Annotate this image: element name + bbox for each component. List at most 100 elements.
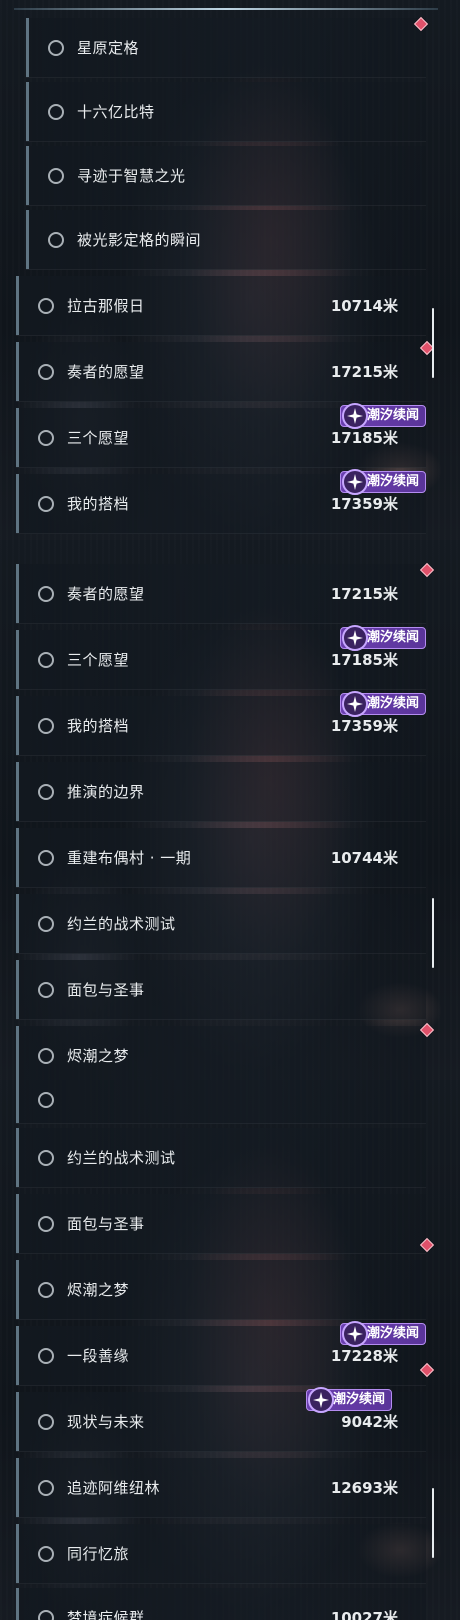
quest-title: 被光影定格的瞬间 [77,231,202,249]
quest-item[interactable]: 星原定格 [26,18,426,78]
quest-title: 寻迹于智慧之光 [77,167,186,185]
quest-item[interactable]: 面包与圣事 [16,960,426,1020]
quest-title: 推演的边界 [67,783,145,801]
radio-icon [38,1480,54,1496]
tide-tales-badge: 潮汐续闻 [305,1387,392,1413]
radio-icon [38,496,54,512]
tide-star-icon [341,403,368,429]
tide-tales-badge: 潮汐续闻 [339,1321,426,1347]
quest-title: 重建布偶村 · 一期 [67,849,192,867]
quest-title: 同行忆旅 [67,1545,130,1563]
tide-tales-badge: 潮汐续闻 [339,691,426,717]
radio-icon [38,1414,54,1430]
scrollbar-thumb[interactable] [432,898,434,968]
quest-title: 面包与圣事 [67,1215,145,1233]
quest-item[interactable]: 重建布偶村 · 一期 10744米 [16,828,426,888]
quest-item[interactable]: 烬潮之梦 [16,1260,426,1320]
quest-title: 面包与圣事 [67,981,145,999]
tide-star-icon [341,1321,368,1347]
quest-item[interactable] [16,1080,426,1124]
quest-item[interactable]: 寻迹于智慧之光 [26,146,426,206]
quest-item[interactable]: 梦境症候群 10027米 [16,1588,426,1620]
quest-title: 梦境症候群 [67,1609,145,1620]
quest-distance: 17215米 [330,585,398,603]
quest-item[interactable]: 我的搭档 17359米 潮汐续闻 [16,691,426,756]
quest-distance: 17228米 [330,1347,398,1365]
badge-label: 潮汐续闻 [366,1326,419,1341]
quest-item[interactable]: 一段善缘 17228米 潮汐续闻 [16,1321,426,1386]
radio-icon [38,298,54,314]
quest-title: 追迹阿维纽林 [67,1479,161,1497]
quest-item[interactable]: 奏者的愿望 17215米 [16,564,426,624]
quest-title: 三个愿望 [67,651,130,669]
radio-icon [38,850,54,866]
quest-item[interactable]: 面包与圣事 [16,1194,426,1254]
quest-title: 三个愿望 [67,429,130,447]
tide-star-icon [341,691,368,717]
radio-icon [38,982,54,998]
radio-icon [38,784,54,800]
radio-icon [38,1048,54,1064]
quest-item[interactable]: 同行忆旅 [16,1524,426,1584]
tide-star-icon [341,625,368,651]
quest-item[interactable]: 拉古那假日 10714米 [16,276,426,336]
panel-top-divider [14,8,438,10]
quest-item[interactable]: 奏者的愿望 17215米 [16,342,426,402]
quest-item[interactable]: 现状与未来 9042米 潮汐续闻 [16,1387,426,1452]
quest-title: 一段善缘 [67,1347,130,1365]
scrollbar-thumb[interactable] [432,308,434,378]
quest-distance: 17359米 [330,717,398,735]
quest-item[interactable]: 约兰的战术测试 [16,894,426,954]
quest-title: 奏者的愿望 [67,585,145,603]
quest-title: 烬潮之梦 [67,1281,130,1299]
quest-title: 烬潮之梦 [67,1047,130,1065]
quest-item[interactable]: 十六亿比特 [26,82,426,142]
quest-item[interactable]: 我的搭档 17359米 潮汐续闻 [16,469,426,534]
radio-icon [48,40,64,56]
quest-item[interactable]: 三个愿望 17185米 潮汐续闻 [16,403,426,468]
radio-icon [38,430,54,446]
badge-label: 潮汐续闻 [366,408,419,423]
radio-icon [38,1150,54,1166]
scrollbar-thumb[interactable] [432,1488,434,1558]
radio-icon [48,232,64,248]
tide-star-icon [341,469,368,495]
quest-item[interactable]: 约兰的战术测试 [16,1128,426,1188]
quest-title: 我的搭档 [67,495,130,513]
quest-title: 约兰的战术测试 [67,1149,176,1167]
radio-icon [38,916,54,932]
quest-list-panel: 约兰的战术测试 面包与圣事 烬潮之梦 一段善缘 17228米 潮汐续闻 现状与未… [0,1080,460,1620]
radio-icon [38,718,54,734]
tide-tales-badge: 潮汐续闻 [339,625,426,651]
quest-distance: 17185米 [330,429,398,447]
quest-item[interactable]: 被光影定格的瞬间 [26,210,426,270]
quest-distance: 9042米 [341,1413,398,1431]
tide-star-icon [307,1387,334,1413]
quest-item[interactable]: 烬潮之梦 [16,1026,426,1080]
quest-title: 星原定格 [77,39,140,57]
radio-icon [38,586,54,602]
quest-distance: 10027米 [330,1609,398,1620]
radio-icon [38,1092,54,1108]
quest-title: 奏者的愿望 [67,363,145,381]
quest-title: 现状与未来 [67,1413,145,1431]
quest-item[interactable]: 追迹阿维纽林 12693米 [16,1458,426,1518]
radio-icon [38,1216,54,1232]
radio-icon [38,652,54,668]
quest-distance: 12693米 [330,1479,398,1497]
badge-label: 潮汐续闻 [332,1392,385,1407]
badge-label: 潮汐续闻 [366,630,419,645]
radio-icon [38,364,54,380]
quest-item[interactable]: 推演的边界 [16,762,426,822]
quest-title: 拉古那假日 [67,297,145,315]
quest-distance: 17359米 [330,495,398,513]
quest-title: 我的搭档 [67,717,130,735]
quest-list-panel: 星原定格 十六亿比特 寻迹于智慧之光 被光影定格的瞬间 拉古那假日 10714米… [0,0,460,540]
quest-distance: 10744米 [330,849,398,867]
quest-distance: 17215米 [330,363,398,381]
radio-icon [48,104,64,120]
quest-title: 十六亿比特 [77,103,155,121]
radio-icon [38,1282,54,1298]
quest-item[interactable]: 三个愿望 17185米 潮汐续闻 [16,625,426,690]
quest-distance: 17185米 [330,651,398,669]
